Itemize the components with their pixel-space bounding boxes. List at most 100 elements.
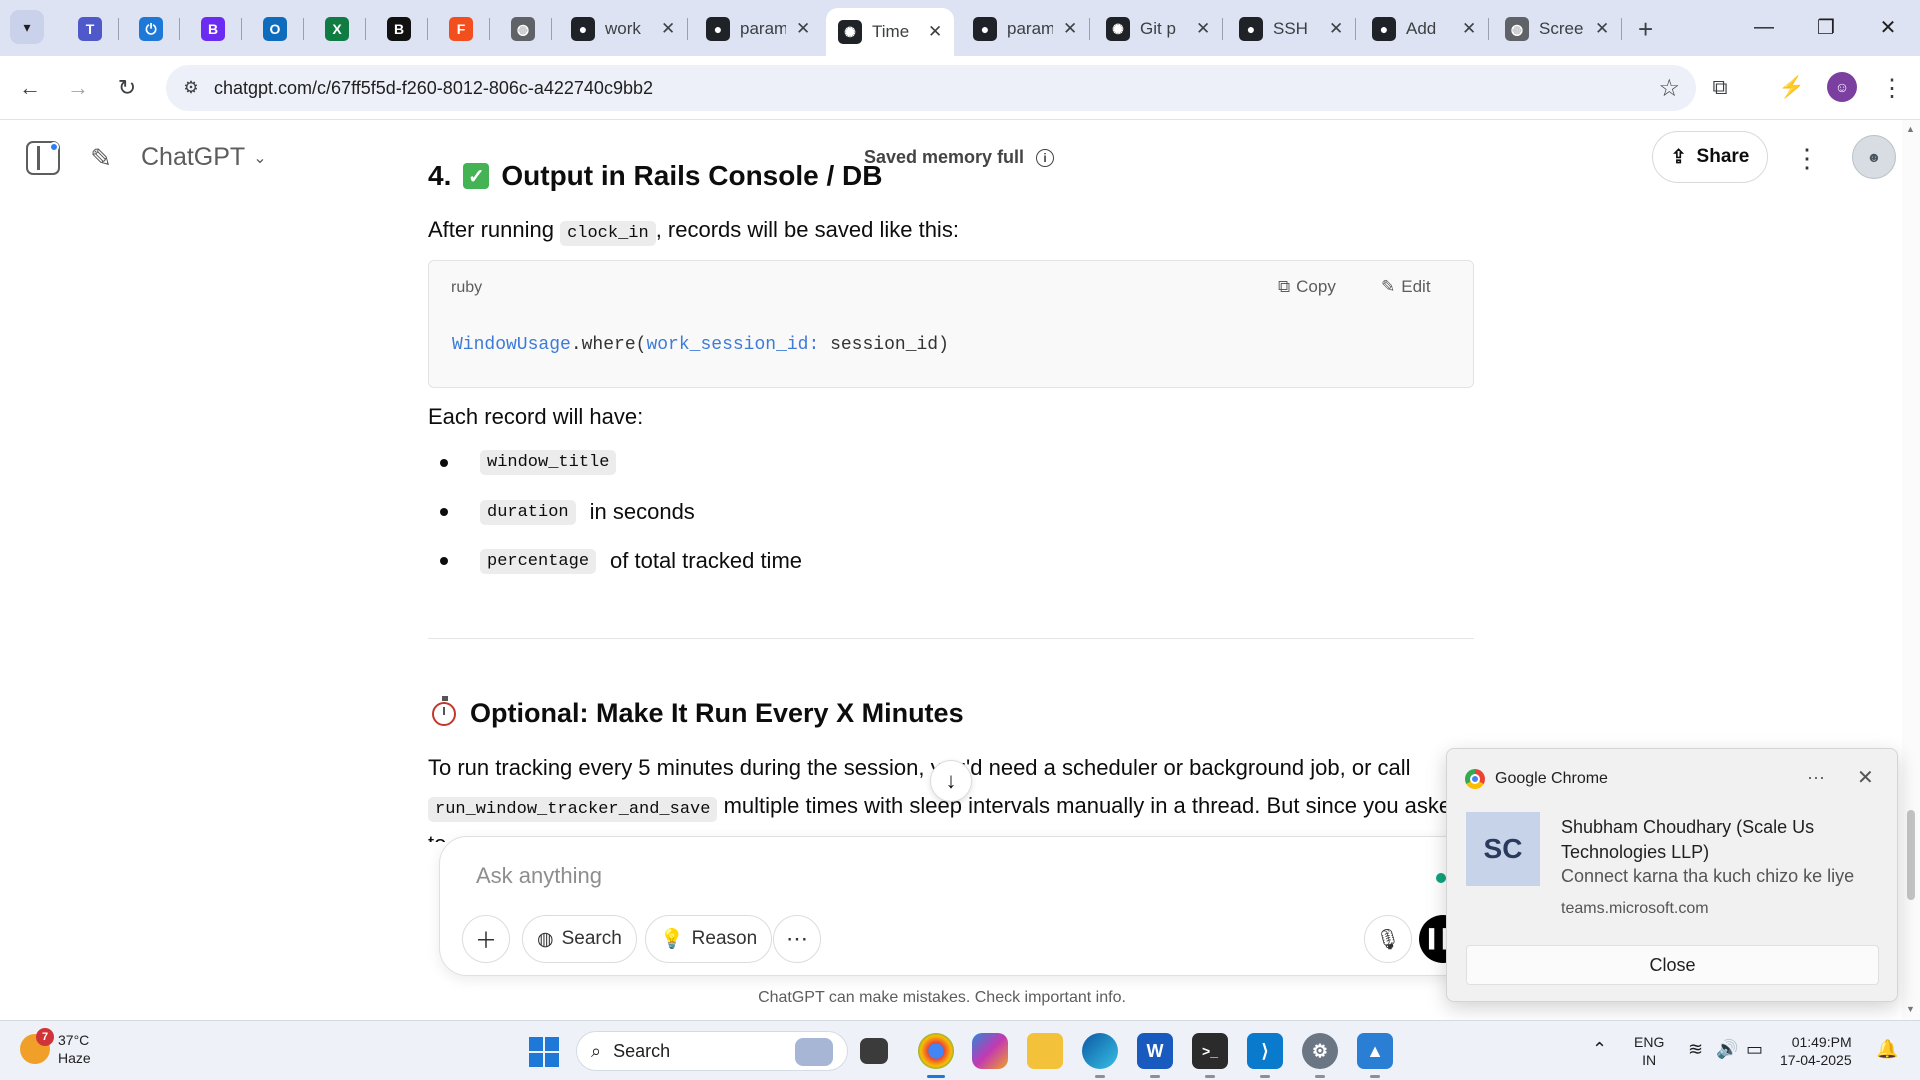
edit-button[interactable]: ✎ Edit	[1381, 277, 1431, 297]
chrome-profile-avatar[interactable]: ☺	[1827, 72, 1857, 102]
b-black-icon: B	[387, 17, 411, 41]
taskbar-search[interactable]: ⌕ Search	[576, 1031, 848, 1071]
microphone-icon[interactable]: 🎙	[1364, 915, 1412, 963]
text-span: After running	[428, 217, 561, 242]
notification-close-icon[interactable]: ✕	[1857, 765, 1874, 790]
heading-text: Optional: Make It Run Every X Minutes	[470, 698, 964, 728]
tab-ssh[interactable]: ● SSH ✕	[1227, 10, 1355, 48]
reason-button[interactable]: 💡 Reason	[645, 915, 773, 963]
search-label: Search	[561, 928, 622, 949]
inline-code: run_window_tracker_and_save	[428, 797, 718, 822]
battery-icon[interactable]: ▭	[1746, 1039, 1763, 1060]
tab-search-chevron-icon[interactable]: ▾	[10, 10, 44, 44]
more-options-icon[interactable]: ⋮	[1794, 140, 1820, 176]
heading-number: 4.	[428, 160, 452, 191]
windows-start-icon[interactable]	[529, 1037, 559, 1067]
tab-time[interactable]: ✺ Time ✕	[826, 8, 955, 56]
scroll-down-icon[interactable]: ▼	[1906, 1004, 1915, 1014]
settings-gear-icon[interactable]: ⚙	[1302, 1033, 1338, 1078]
user-avatar[interactable]: ☻	[1852, 135, 1896, 179]
vscode-icon[interactable]: ⟩	[1247, 1033, 1283, 1078]
notification-close-button[interactable]: Close	[1466, 945, 1879, 985]
disclaimer-text: ChatGPT can make mistakes. Check importa…	[758, 989, 1126, 1006]
more-tools-icon[interactable]: ⋯	[773, 915, 821, 963]
address-bar[interactable]: ⚙ chatgpt.com/c/67ff5f5d-f260-8012-806c-…	[166, 65, 1696, 111]
weather-widget[interactable]: 7 37°C Haze	[20, 1028, 91, 1067]
tab-param[interactable]: ● param ✕	[694, 10, 822, 48]
tab-add[interactable]: ● Add ✕	[1360, 10, 1488, 48]
scroll-to-bottom-icon[interactable]: ↓	[930, 760, 972, 802]
code-token: work_session_id:	[646, 335, 820, 355]
close-tab-icon[interactable]: ✕	[1595, 19, 1609, 39]
tab-scree[interactable]: ◍ Scree ✕	[1493, 10, 1621, 48]
terminal-icon[interactable]: >_	[1192, 1033, 1228, 1078]
tab-globe[interactable]: ◍	[499, 10, 547, 48]
chatgpt-icon: ✺	[1106, 17, 1130, 41]
tab-git-p[interactable]: ✺ Git p ✕	[1094, 10, 1222, 48]
inline-code: percentage	[480, 548, 597, 574]
task-view-icon[interactable]	[860, 1038, 888, 1064]
reload-icon[interactable]: ↻	[109, 70, 145, 106]
add-attachment-button[interactable]: ＋	[462, 915, 510, 963]
forward-icon[interactable]: →	[60, 70, 96, 106]
close-tab-icon[interactable]: ✕	[1196, 19, 1210, 39]
language-indicator[interactable]: ENG IN	[1634, 1033, 1664, 1069]
copy-button[interactable]: ⧉ Copy	[1278, 277, 1336, 297]
prompt-input[interactable]: Ask anything	[476, 863, 602, 889]
system-clock[interactable]: 01:49:PM 17-04-2025	[1780, 1033, 1852, 1069]
wifi-icon[interactable]: ≋	[1688, 1039, 1703, 1060]
volume-icon[interactable]: 🔊	[1716, 1039, 1738, 1060]
tab-work[interactable]: ● work ✕	[559, 10, 687, 48]
check-mark-icon: ✓	[463, 163, 490, 189]
close-tab-icon[interactable]: ✕	[928, 22, 942, 42]
notification-bell-icon[interactable]: 🔔	[1876, 1039, 1898, 1060]
tab-outlook[interactable]: O	[251, 10, 299, 48]
word-icon[interactable]: W	[1137, 1033, 1173, 1078]
tab-excel[interactable]: X	[313, 10, 361, 48]
close-tab-icon[interactable]: ✕	[1462, 19, 1476, 39]
close-tab-icon[interactable]: ✕	[1329, 19, 1343, 39]
scroll-up-icon[interactable]: ▲	[1906, 124, 1915, 134]
restore-icon[interactable]: ❐	[1796, 8, 1856, 46]
close-tab-icon[interactable]: ✕	[661, 19, 675, 39]
show-hidden-icons-chevron-icon[interactable]: ⌃	[1592, 1039, 1607, 1060]
model-selector[interactable]: ChatGPT ⌄	[141, 143, 267, 172]
list-item: duration in seconds	[440, 499, 695, 525]
copilot-icon[interactable]	[972, 1033, 1008, 1069]
page-scrollbar[interactable]: ▲ ▼	[1902, 120, 1920, 1020]
new-tab-icon[interactable]: +	[1626, 10, 1665, 48]
chrome-menu-icon[interactable]: ⋮	[1874, 70, 1910, 106]
performance-icon[interactable]: ⚡	[1774, 70, 1810, 106]
close-tab-icon[interactable]: ✕	[796, 19, 810, 39]
back-icon[interactable]: ←	[12, 70, 48, 106]
photos-icon[interactable]: ▲	[1357, 1033, 1393, 1078]
tab-param[interactable]: ● param ✕	[961, 10, 1089, 48]
share-button[interactable]: ⇪ Share	[1652, 131, 1768, 183]
site-info-icon[interactable]: ⚙	[178, 75, 204, 101]
chevron-down-icon: ⌄	[253, 149, 267, 167]
weather-sun-icon: 7	[20, 1028, 54, 1064]
extensions-icon[interactable]: ⧉	[1702, 70, 1738, 106]
notification-more-icon[interactable]: ···	[1807, 767, 1825, 788]
chrome-icon	[1465, 769, 1485, 789]
bookmark-star-icon[interactable]: ☆	[1658, 74, 1680, 103]
edge-icon[interactable]	[1082, 1033, 1118, 1078]
scrollbar-thumb[interactable]	[1907, 810, 1915, 900]
tab-power[interactable]: ⏻	[127, 10, 175, 48]
close-window-icon[interactable]: ✕	[1858, 8, 1918, 46]
tab-teams[interactable]: T	[66, 10, 114, 48]
url-text[interactable]: chatgpt.com/c/67ff5f5d-f260-8012-806c-a4…	[214, 78, 653, 99]
file-explorer-icon[interactable]	[1027, 1033, 1063, 1069]
status-dot	[1436, 873, 1446, 883]
tab-b-black[interactable]: B	[375, 10, 423, 48]
windows-taskbar: 7 37°C Haze ⌕ Search W >_ ⟩ ⚙ ▲ ⌃ ENG IN…	[0, 1020, 1920, 1080]
tab-figma[interactable]: F	[437, 10, 485, 48]
close-tab-icon[interactable]: ✕	[1063, 19, 1077, 39]
new-chat-icon[interactable]: ✎	[83, 140, 119, 176]
tab-b-purple[interactable]: B	[189, 10, 237, 48]
search-button[interactable]: ◍ Search	[522, 915, 637, 963]
minimize-icon[interactable]: —	[1734, 8, 1794, 46]
notification-dot	[49, 142, 59, 152]
chrome-taskbar-icon[interactable]	[918, 1033, 954, 1078]
code-line: WindowUsage.where(work_session_id: sessi…	[452, 335, 949, 355]
